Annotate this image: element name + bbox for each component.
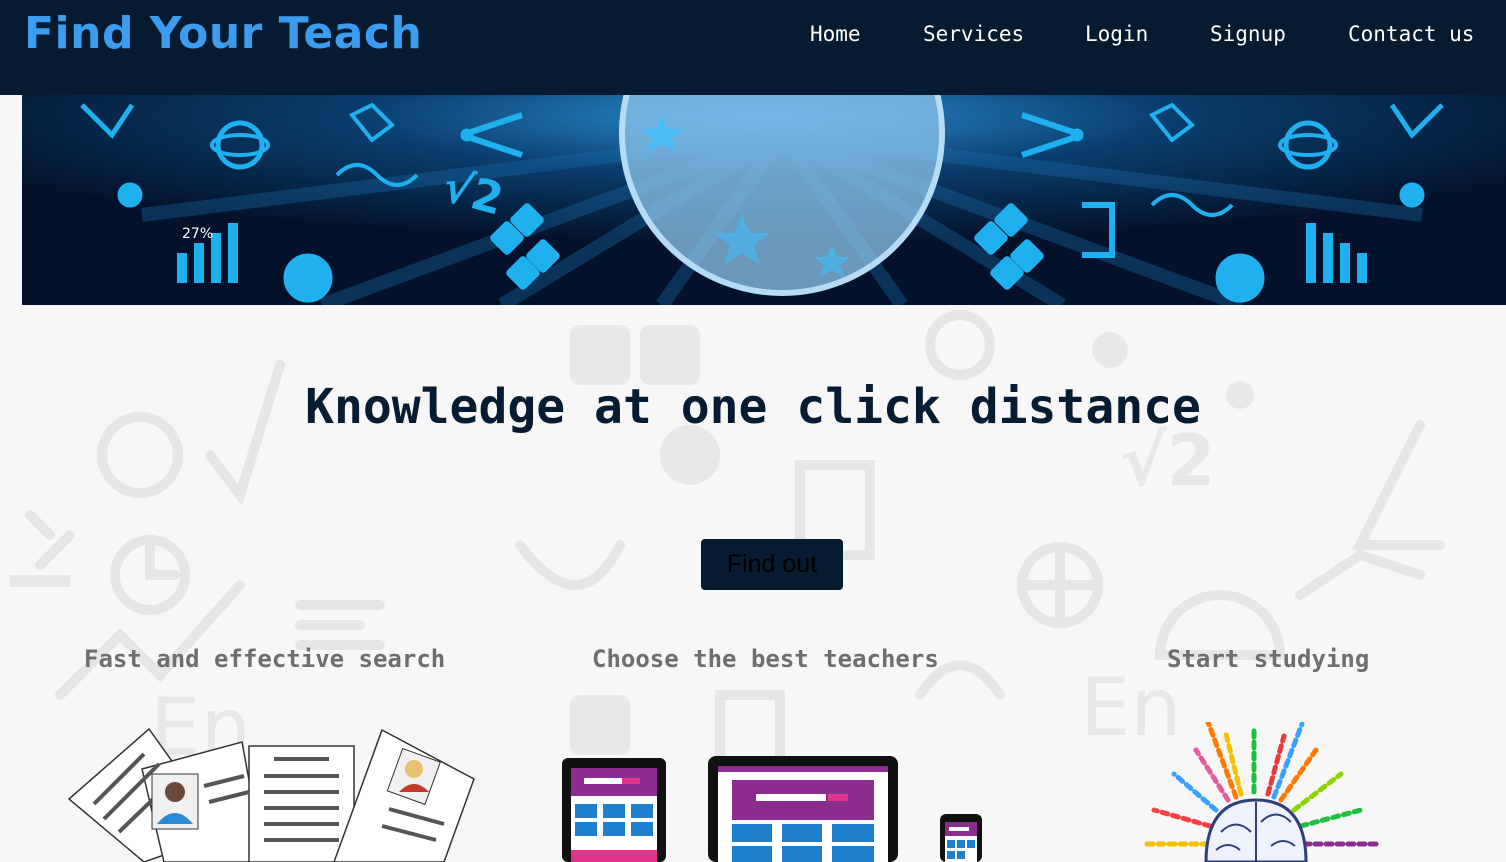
nav-login-link[interactable]: Login (1085, 19, 1148, 49)
feature-title-search: Fast and effective search (84, 645, 446, 673)
resume-documents-icon (67, 727, 475, 862)
main-nav: Home Services Login Signup Contact us (810, 19, 1490, 49)
hero-banner: 27% √2 (22, 95, 1506, 305)
find-out-button[interactable]: Find out (701, 539, 843, 590)
nav-home-link[interactable]: Home (810, 19, 861, 49)
feature-title-studying: Start studying (1167, 645, 1370, 673)
nav-services-link[interactable]: Services (923, 19, 1024, 49)
responsive-devices-icon (562, 756, 982, 862)
nav-contact-link[interactable]: Contact us (1348, 19, 1474, 49)
brand-logo[interactable]: Find Your Teach (24, 6, 422, 62)
banner-stat-label: 27% (182, 226, 213, 242)
nav-signup-link[interactable]: Signup (1210, 19, 1286, 49)
banner-illustration: 27% √2 (22, 95, 1506, 305)
top-navbar: Find Your Teach Home Services Login Sign… (0, 0, 1506, 95)
colorful-brain-icon (1139, 722, 1379, 862)
hero-headline: Knowledge at one click distance (305, 379, 1201, 435)
feature-title-teachers: Choose the best teachers (592, 645, 939, 673)
